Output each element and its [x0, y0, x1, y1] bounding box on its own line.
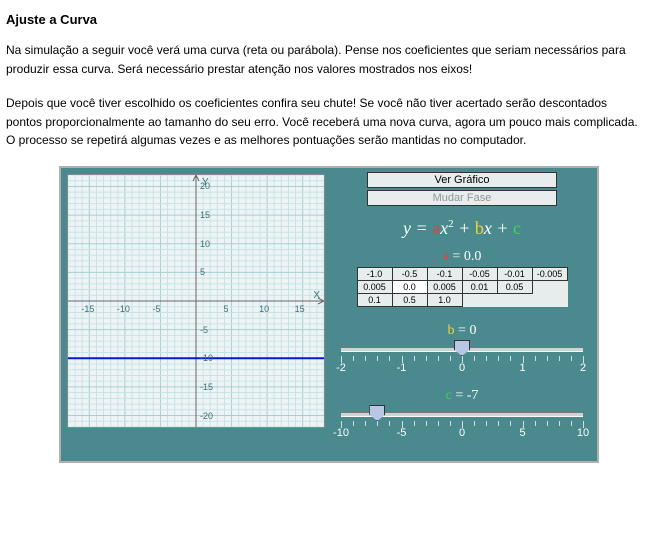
slider-thumb-icon[interactable]	[369, 405, 385, 421]
slider-tick-label: 0	[459, 362, 465, 374]
y-tick-label: -5	[200, 325, 208, 335]
slider-tick-label: 0	[459, 427, 465, 439]
coef-c-label: c = -7	[335, 388, 589, 404]
coef-a-label: a = 0.0	[335, 249, 589, 265]
simulation-panel: Y X -15-10-551015 -20-15-10-55101520 Ver…	[59, 166, 599, 463]
ver-grafico-button[interactable]: Ver Gráfico	[367, 172, 557, 188]
formula-display: y = ax2 + bx + c	[335, 218, 589, 239]
coef-a-option[interactable]: 0.005	[427, 280, 462, 293]
y-tick-label: -15	[200, 382, 213, 392]
coef-b-label: b = 0	[335, 323, 589, 339]
coef-a-option[interactable]: 0.5	[392, 293, 427, 306]
y-tick-label: -20	[200, 411, 213, 421]
x-axis-label: X	[313, 290, 320, 301]
slider-thumb-icon[interactable]	[454, 340, 470, 356]
slider-tick-label: -5	[397, 427, 407, 439]
slider-tick-label: 5	[519, 427, 525, 439]
coef-a-option[interactable]: -0.5	[392, 267, 427, 280]
y-tick-label: 10	[200, 239, 210, 249]
coef-c-slider[interactable]	[341, 406, 583, 420]
x-tick-label: 15	[295, 304, 305, 314]
y-tick-label: 5	[200, 267, 205, 277]
slider-tick-label: -1	[397, 362, 407, 374]
coef-a-option[interactable]: 0.1	[357, 293, 392, 306]
page-title: Ajuste a Curva	[6, 12, 640, 27]
coef-a-option[interactable]: -0.05	[462, 267, 497, 280]
y-tick-label: -10	[200, 353, 213, 363]
y-tick-label: 20	[200, 181, 210, 191]
coef-a-option[interactable]: 1.0	[427, 293, 462, 306]
x-tick-label: -15	[81, 304, 94, 314]
mudar-fase-button[interactable]: Mudar Fase	[367, 190, 557, 206]
x-tick-label: -10	[117, 304, 130, 314]
chart-area: Y X -15-10-551015 -20-15-10-55101520	[67, 174, 325, 428]
coef-a-option[interactable]: 0.0	[392, 280, 427, 293]
coef-a-selector[interactable]: -1.0-0.5-0.1-0.05-0.01-0.005 0.0050.00.0…	[357, 267, 568, 307]
coef-b-slider[interactable]	[341, 341, 583, 355]
intro-paragraph-2: Depois que você tiver escolhido os coefi…	[6, 94, 640, 150]
slider-tick-label: 2	[580, 362, 586, 374]
coef-a-option[interactable]: 0.01	[462, 280, 497, 293]
x-tick-label: 5	[224, 304, 229, 314]
y-tick-label: 15	[200, 210, 210, 220]
coef-a-option[interactable]: -1.0	[357, 267, 392, 280]
coef-a-option[interactable]: 0.05	[497, 280, 532, 293]
coef-a-option[interactable]: -0.1	[427, 267, 462, 280]
slider-tick-label: 10	[577, 427, 589, 439]
coef-a-option[interactable]: -0.01	[497, 267, 532, 280]
x-tick-label: -5	[152, 304, 160, 314]
slider-tick-label: -10	[333, 427, 349, 439]
coef-a-option[interactable]: -0.005	[532, 267, 567, 280]
slider-tick-label: -2	[336, 362, 346, 374]
x-tick-label: 10	[259, 304, 269, 314]
coef-a-option[interactable]: 0.005	[357, 280, 392, 293]
slider-tick-label: 1	[519, 362, 525, 374]
intro-paragraph-1: Na simulação a seguir você verá uma curv…	[6, 41, 640, 78]
